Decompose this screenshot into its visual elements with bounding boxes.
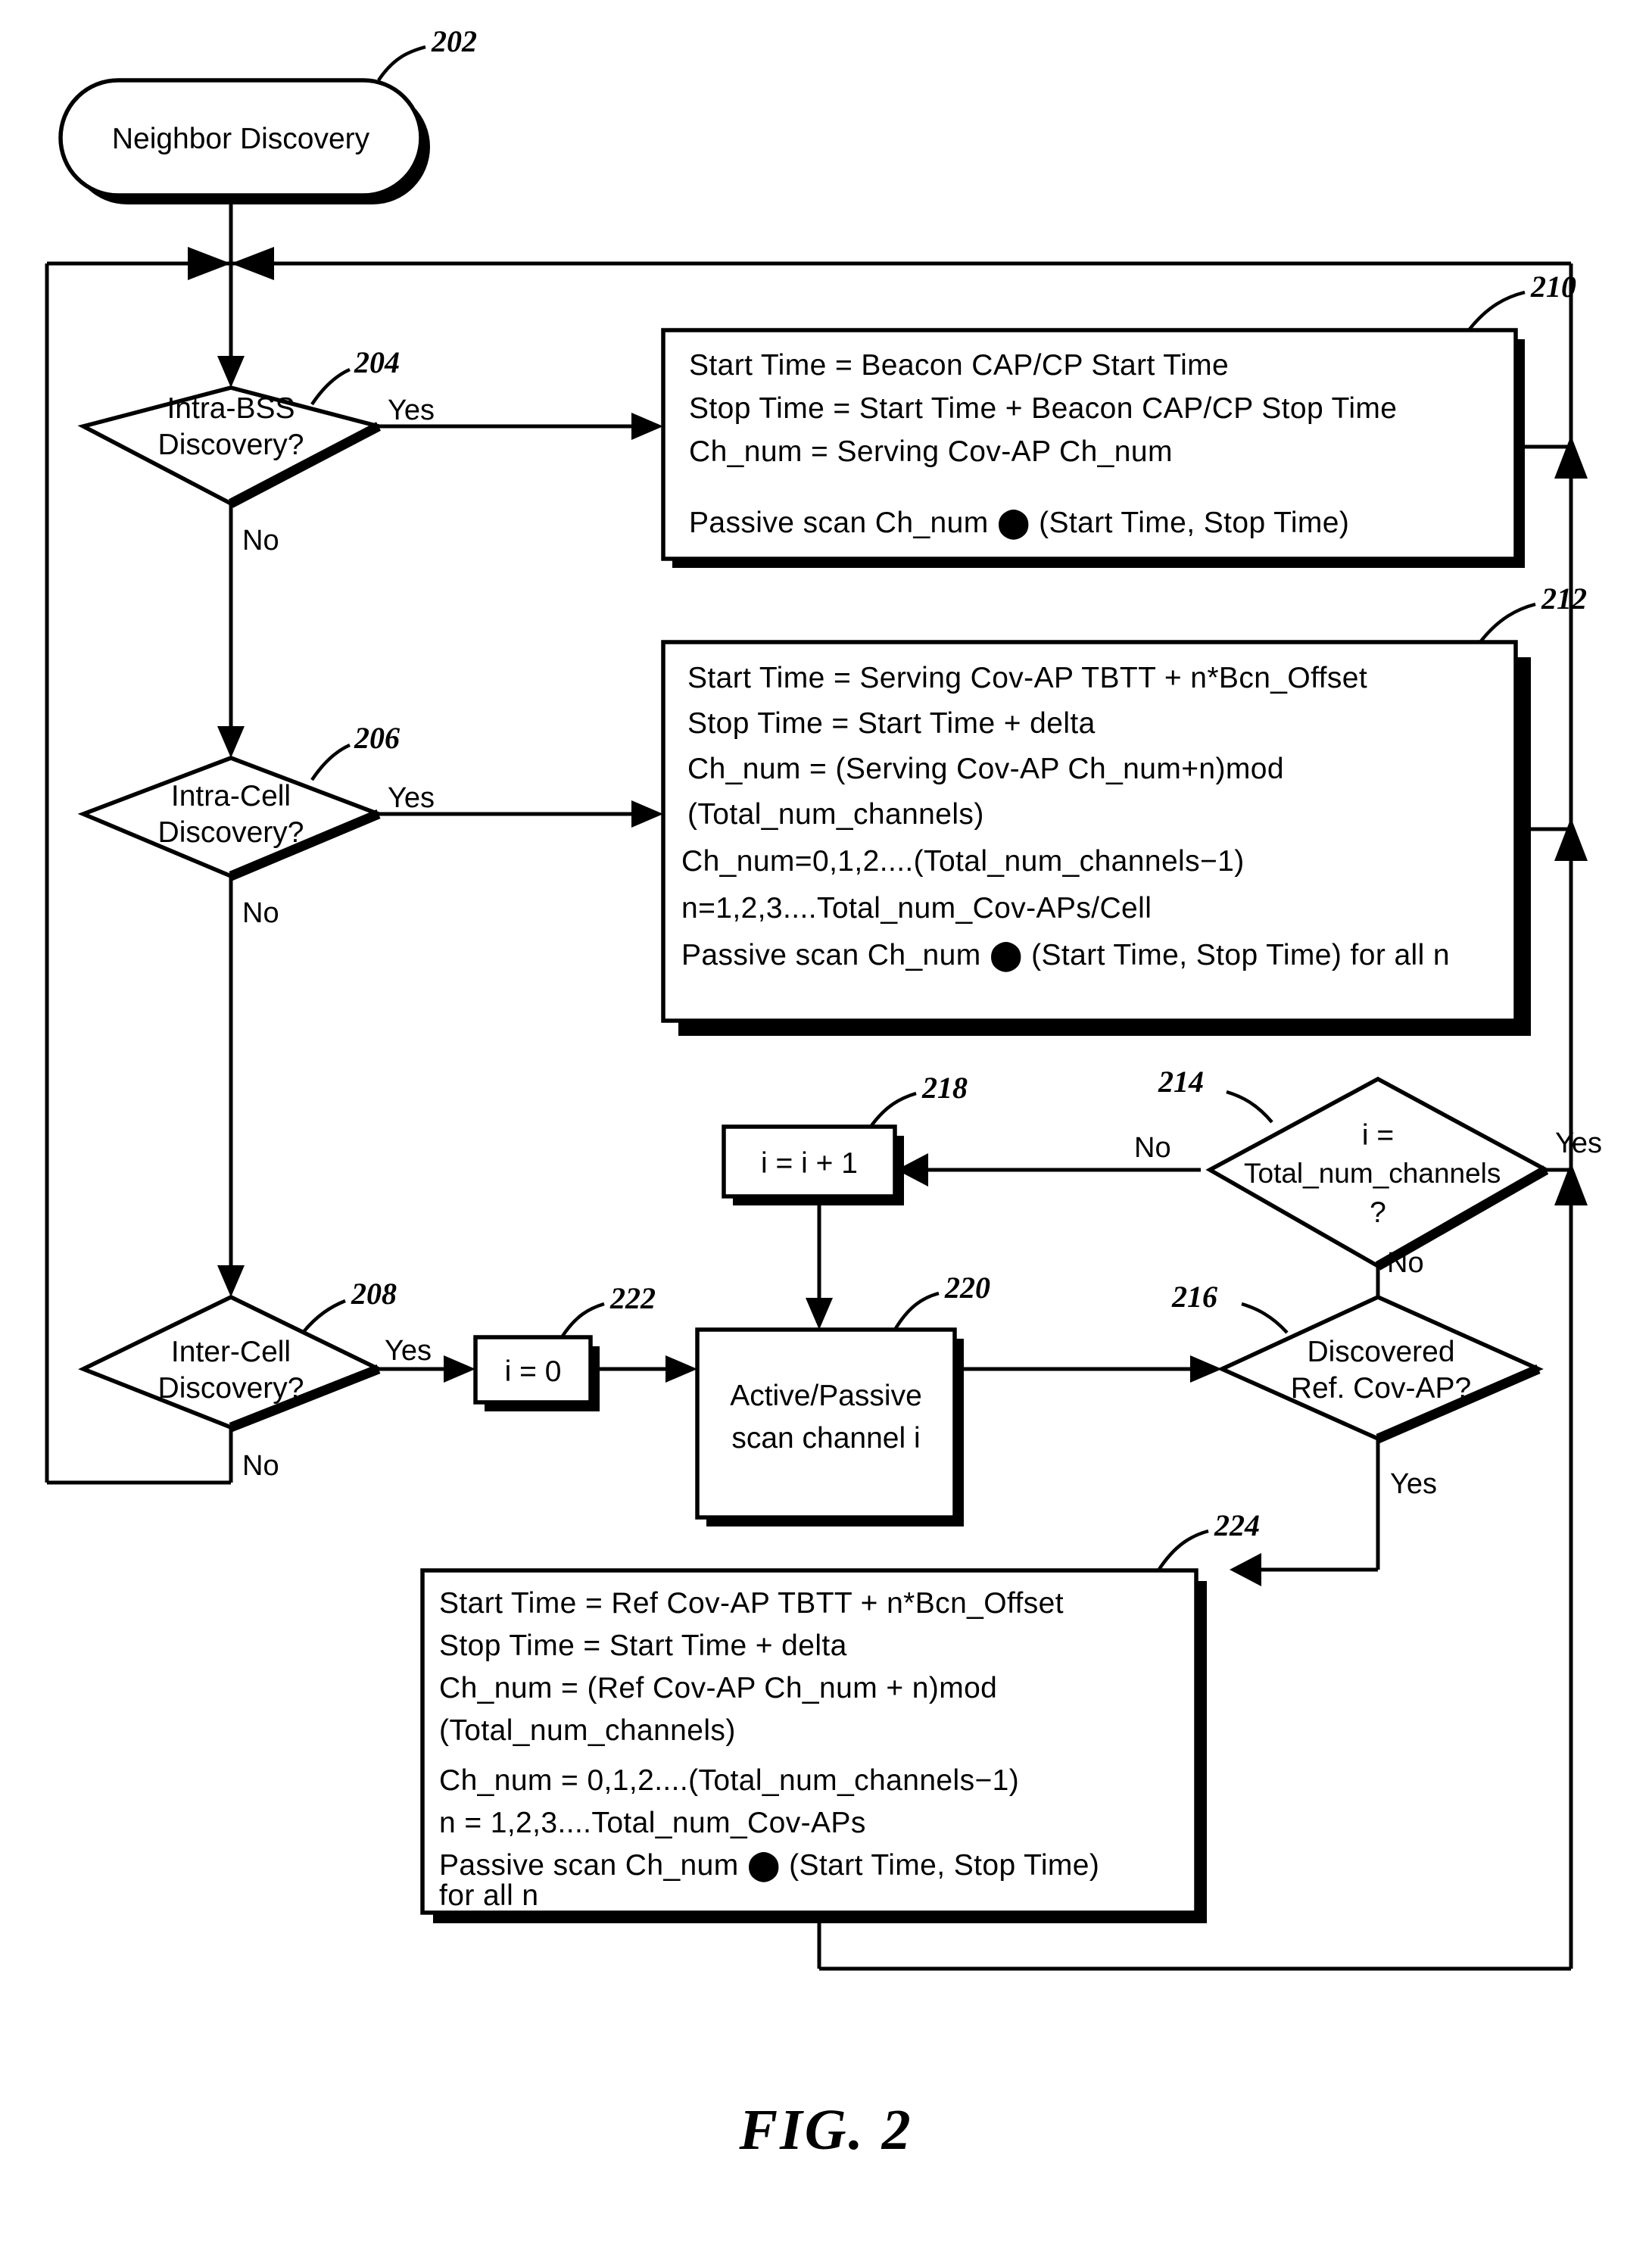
node-224-line3: Ch_num = (Ref Cov-AP Ch_num + n)mod	[439, 1672, 997, 1704]
node-212-line6: n=1,2,3....Total_num_Cov-APs/Cell	[681, 892, 1152, 925]
node-210-line2: Stop Time = Start Time + Beacon CAP/CP S…	[689, 392, 1397, 425]
merge-arrowhead-left	[188, 247, 231, 280]
leader-202	[377, 45, 426, 82]
node-212-line7: Passive scan Ch_num ⬤ (Start Time, Stop …	[681, 939, 1450, 972]
node-220-active-passive-scan[interactable]: Active/Passive scan channel i	[695, 1327, 964, 1526]
node-216-no-label: No	[1387, 1247, 1424, 1279]
arrow-into-box220	[806, 1298, 833, 1330]
node-224-line1: Start Time = Ref Cov-AP TBTT + n*Bcn_Off…	[439, 1587, 1064, 1620]
ref-208: 208	[351, 1277, 397, 1311]
leader-216	[1241, 1302, 1289, 1334]
node-214-label-line1: i =	[1362, 1119, 1394, 1152]
node-214-yes-label: Yes	[1555, 1127, 1602, 1159]
ref-216: 216	[1171, 1280, 1217, 1314]
node-206-intra-cell-discovery[interactable]: Intra-Cell Discovery?	[77, 756, 385, 881]
node-202-label: Neighbor Discovery	[112, 123, 370, 155]
node-210-line5: Passive scan Ch_num ⬤ (Start Time, Stop …	[689, 507, 1349, 540]
node-224-line6: n = 1,2,3....Total_num_Cov-APs	[439, 1807, 866, 1839]
node-208-label-line1: Inter-Cell	[171, 1336, 291, 1368]
arrow-into-decision206	[217, 726, 245, 758]
node-212-line1: Start Time = Serving Cov-AP TBTT + n*Bcn…	[687, 662, 1367, 694]
leader-224	[1157, 1529, 1209, 1572]
node-224-line8: for all n	[439, 1879, 539, 1912]
leader-210	[1467, 290, 1526, 332]
ref-224: 224	[1214, 1508, 1260, 1542]
arrow-into-decision204	[217, 356, 245, 388]
node-224-line2: Stop Time = Start Time + delta	[439, 1629, 847, 1662]
node-206-yes-label: Yes	[388, 782, 435, 814]
node-204-label-line1: Intra-BSS	[167, 392, 295, 425]
leader-206	[310, 743, 351, 781]
ref-220: 220	[944, 1271, 990, 1305]
arrow-up-right-bus-210	[1554, 435, 1588, 479]
leader-218	[869, 1091, 917, 1128]
flowchart-canvas: Neighbor Discovery 202 Intra-BSS Discove…	[45, 24, 1602, 2162]
node-222-label: i = 0	[505, 1355, 562, 1388]
node-208-no-label: No	[242, 1450, 279, 1482]
node-208-yes-label: Yes	[385, 1335, 432, 1367]
node-216-yes-label: Yes	[1390, 1468, 1437, 1500]
arrow-into-box210	[631, 413, 663, 440]
node-208-label-line2: Discovery?	[158, 1372, 304, 1405]
node-222-init-i[interactable]: i = 0	[473, 1335, 600, 1411]
node-212-line3: Ch_num = (Serving Cov-AP Ch_num+n)mod	[687, 753, 1284, 785]
ref-214: 214	[1158, 1065, 1204, 1099]
node-214-label-line2: Total_num_channels	[1244, 1158, 1501, 1189]
node-212-line5: Ch_num=0,1,2....(Total_num_channels−1)	[681, 845, 1245, 878]
arrow-into-box224	[1230, 1553, 1261, 1586]
arrow-into-box222	[444, 1355, 475, 1383]
node-214-i-equals-total-num-channels[interactable]: i = Total_num_channels ?	[1205, 1076, 1551, 1271]
node-220-label-line2: scan channel i	[731, 1422, 920, 1455]
node-214-label-line3: ?	[1370, 1196, 1386, 1229]
ref-222: 222	[609, 1281, 656, 1315]
leader-214	[1226, 1090, 1273, 1124]
node-220-label-line1: Active/Passive	[730, 1380, 922, 1412]
node-204-intra-bss-discovery[interactable]: Intra-BSS Discovery?	[77, 385, 385, 508]
node-212-line2: Stop Time = Start Time + delta	[687, 707, 1096, 740]
ref-202: 202	[431, 24, 477, 58]
node-204-no-label: No	[242, 525, 279, 557]
node-202-neighbor-discovery[interactable]: Neighbor Discovery	[58, 78, 430, 204]
node-224-line5: Ch_num = 0,1,2....(Total_num_channels−1)	[439, 1764, 1019, 1797]
node-224-inter-cell-scan-params[interactable]: Start Time = Ref Cov-AP TBTT + n*Bcn_Off…	[420, 1568, 1207, 1923]
leader-204	[310, 367, 351, 406]
node-208-inter-cell-discovery[interactable]: Inter-Cell Discovery?	[78, 1294, 384, 1433]
node-210-intra-bss-scan-params[interactable]: Start Time = Beacon CAP/CP Start Time St…	[661, 328, 1525, 568]
node-216-label-line1: Discovered	[1307, 1336, 1454, 1368]
node-206-no-label: No	[242, 897, 279, 929]
patent-figure: Neighbor Discovery 202 Intra-BSS Discove…	[0, 0, 1652, 2264]
node-204-yes-label: Yes	[388, 394, 435, 426]
node-224-line4: (Total_num_channels)	[439, 1714, 736, 1747]
node-224-line7: Passive scan Ch_num ⬤ (Start Time, Stop …	[439, 1849, 1099, 1882]
node-204-label-line2: Discovery?	[158, 429, 304, 461]
leader-212	[1479, 602, 1536, 644]
leader-220	[893, 1291, 940, 1331]
ref-210: 210	[1530, 270, 1576, 304]
ref-212: 212	[1541, 582, 1587, 616]
arrow-into-decision208	[217, 1265, 245, 1297]
node-212-line4: (Total_num_channels)	[687, 798, 984, 831]
leader-208	[301, 1299, 346, 1334]
node-218-increment-i[interactable]: i = i + 1	[722, 1124, 904, 1205]
arrow-into-box212	[631, 800, 663, 828]
merge-arrowhead-right	[231, 247, 274, 280]
arrow-up-right-bus-212	[1554, 818, 1588, 861]
arrow-box222-to-box220	[665, 1355, 697, 1383]
figure-caption: FIG. 2	[738, 2098, 912, 2162]
ref-204: 204	[354, 345, 400, 379]
node-214-no-label: No	[1134, 1132, 1171, 1164]
node-206-label-line1: Intra-Cell	[171, 780, 291, 812]
ref-206: 206	[354, 721, 400, 755]
node-216-label-line2: Ref. Cov-AP?	[1291, 1372, 1471, 1405]
ref-218: 218	[921, 1071, 968, 1105]
node-210-line3: Ch_num = Serving Cov-AP Ch_num	[689, 435, 1173, 468]
node-212-intra-cell-scan-params[interactable]: Start Time = Serving Cov-AP TBTT + n*Bcn…	[661, 640, 1531, 1036]
node-210-line1: Start Time = Beacon CAP/CP Start Time	[689, 349, 1229, 382]
node-206-label-line2: Discovery?	[158, 816, 304, 849]
leader-222	[560, 1302, 605, 1339]
node-218-label: i = i + 1	[761, 1147, 858, 1180]
